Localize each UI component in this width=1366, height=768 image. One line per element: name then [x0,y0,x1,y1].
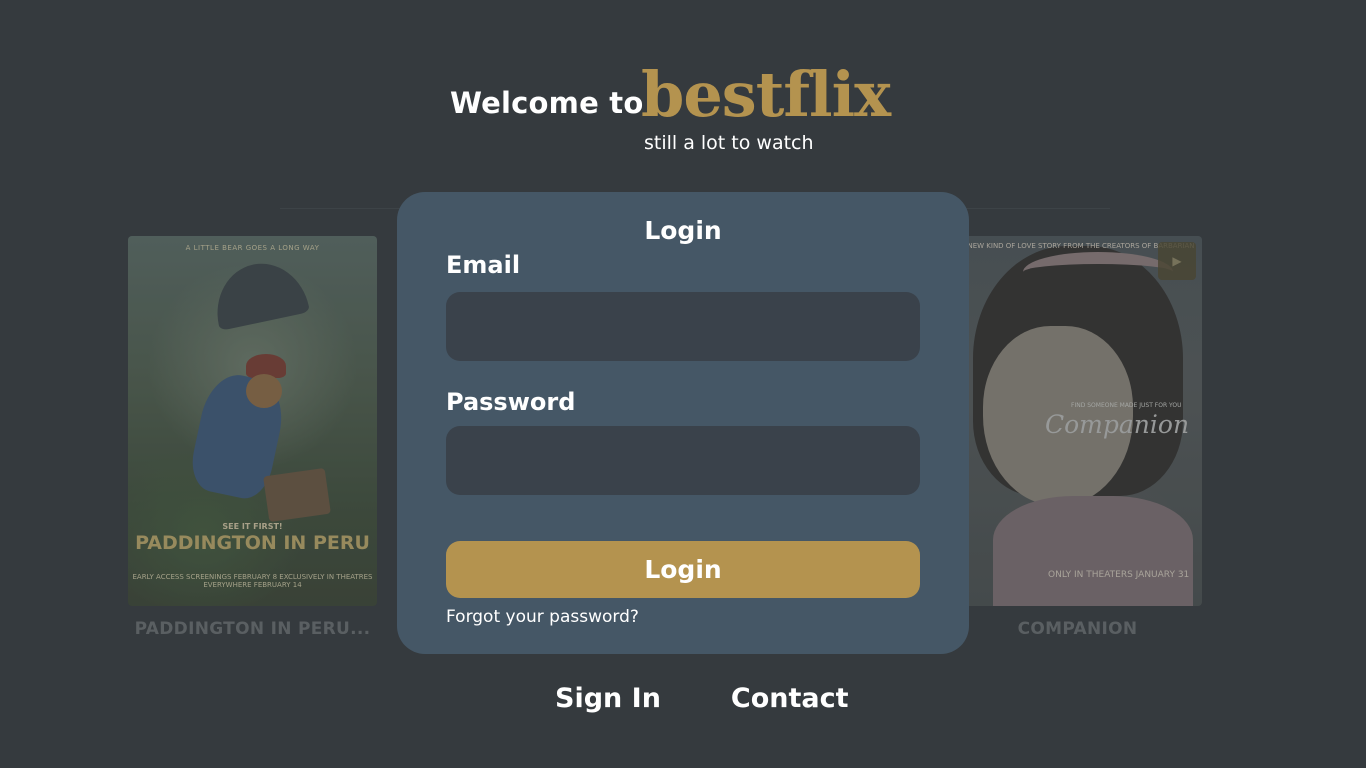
contact-link[interactable]: Contact [731,683,849,714]
login-title: Login [644,216,722,245]
movie-poster-companion[interactable]: A NEW KIND OF LOVE STORY FROM THE CREATO… [953,236,1202,606]
poster-overlay [953,236,1202,606]
movie-title-companion[interactable]: COMPANION [953,619,1202,639]
bestflix-logo[interactable]: bestflix [641,58,891,131]
brand-header: Welcome to bestflix still a lot to watch [450,58,920,160]
email-label: Email [446,251,521,279]
password-label: Password [446,388,576,416]
sign-in-link[interactable]: Sign In [555,683,661,714]
email-input[interactable] [446,292,920,361]
movie-title-paddington[interactable]: PADDINGTON IN PERU... [128,619,377,639]
forgot-password-link[interactable]: Forgot your password? [446,607,639,627]
welcome-text: Welcome to [450,86,644,120]
login-card: Login Email Password Login Forgot your p… [397,192,969,654]
login-button[interactable]: Login [446,541,920,598]
movie-poster-paddington[interactable]: A LITTLE BEAR GOES A LONG WAY SEE IT FIR… [128,236,377,606]
tagline: still a lot to watch [644,132,814,154]
poster-overlay [128,236,377,606]
footer-nav: Sign In Contact [555,683,849,714]
password-input[interactable] [446,426,920,495]
